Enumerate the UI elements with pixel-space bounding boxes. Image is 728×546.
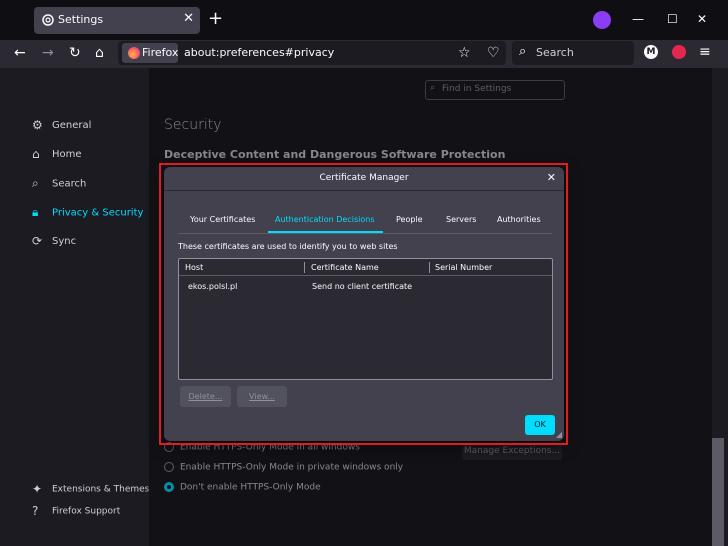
extension-icon[interactable] xyxy=(672,45,686,59)
lock-icon: 🔒︎ xyxy=(32,205,39,219)
sidebar-item-firefox-support[interactable]: ? Firefox Support xyxy=(32,504,120,524)
sync-icon: ⟳ xyxy=(32,234,43,248)
sidebar-item-sync[interactable]: ⟳ Sync xyxy=(32,234,76,254)
account-avatar[interactable]: M xyxy=(644,45,658,59)
page-scrollbar-thumb[interactable] xyxy=(712,438,724,546)
close-tab-icon[interactable]: ✕ xyxy=(183,11,194,26)
reload-icon[interactable]: ↻ xyxy=(69,45,81,61)
tab-settings[interactable]: Settings ✕ xyxy=(34,7,200,34)
sidebar-item-general[interactable]: ⚙ General xyxy=(32,118,91,138)
gear-icon xyxy=(42,14,54,26)
close-window-button[interactable]: ✕ xyxy=(697,12,707,26)
new-tab-button[interactable]: + xyxy=(208,8,223,29)
search-icon: ⌕ xyxy=(519,44,527,59)
sidebar-item-label: Privacy & Security xyxy=(52,207,144,219)
sidebar-item-label: Sync xyxy=(52,236,77,247)
sidebar-item-label: General xyxy=(52,120,92,131)
forward-icon[interactable]: → xyxy=(42,45,54,61)
search-input[interactable]: ⌕ Search xyxy=(512,41,634,65)
private-browsing-mask-icon xyxy=(593,11,611,29)
puzzle-icon: ✦ xyxy=(32,482,43,496)
sidebar-item-label: Firefox Support xyxy=(52,506,121,517)
sidebar-item-label: Search xyxy=(52,178,87,190)
sidebar-item-label: Home xyxy=(52,149,82,160)
url-text[interactable]: about:preferences#privacy xyxy=(184,46,334,59)
minimize-button[interactable]: — xyxy=(632,12,644,26)
search-icon: ⌕ xyxy=(32,176,39,190)
settings-sidebar xyxy=(0,68,149,546)
sidebar-item-home[interactable]: ⌂ Home xyxy=(32,147,82,167)
help-icon: ? xyxy=(32,504,39,518)
firefox-logo-icon xyxy=(128,47,140,59)
sidebar-item-label: Extensions & Themes xyxy=(52,484,150,495)
gear-icon: ⚙ xyxy=(32,118,43,132)
maximize-button[interactable]: ☐ xyxy=(667,12,678,26)
sidebar-item-extensions-themes[interactable]: ✦ Extensions & Themes xyxy=(32,482,149,502)
tab-strip: Settings ✕ + — ☐ ✕ xyxy=(0,0,728,40)
back-icon[interactable]: ← xyxy=(14,45,26,61)
browser-window: Settings ✕ + — ☐ ✕ ← → ↻ ⌂ Firefox about… xyxy=(0,0,728,546)
bookmark-star-icon[interactable]: ☆ xyxy=(458,45,471,61)
home-icon: ⌂ xyxy=(32,147,40,161)
home-icon[interactable]: ⌂ xyxy=(95,45,104,61)
pocket-icon[interactable]: ♡ xyxy=(487,45,500,61)
identity-label: Firefox xyxy=(142,46,179,59)
sidebar-item-search[interactable]: ⌕ Search xyxy=(32,176,86,196)
search-placeholder: Search xyxy=(536,46,574,59)
red-highlight-frame xyxy=(159,163,568,445)
sidebar-item-privacy-security[interactable]: 🔒︎ Privacy & Security xyxy=(32,205,143,225)
hamburger-menu-icon[interactable]: ≡ xyxy=(699,44,711,60)
tab-title: Settings xyxy=(58,13,104,26)
